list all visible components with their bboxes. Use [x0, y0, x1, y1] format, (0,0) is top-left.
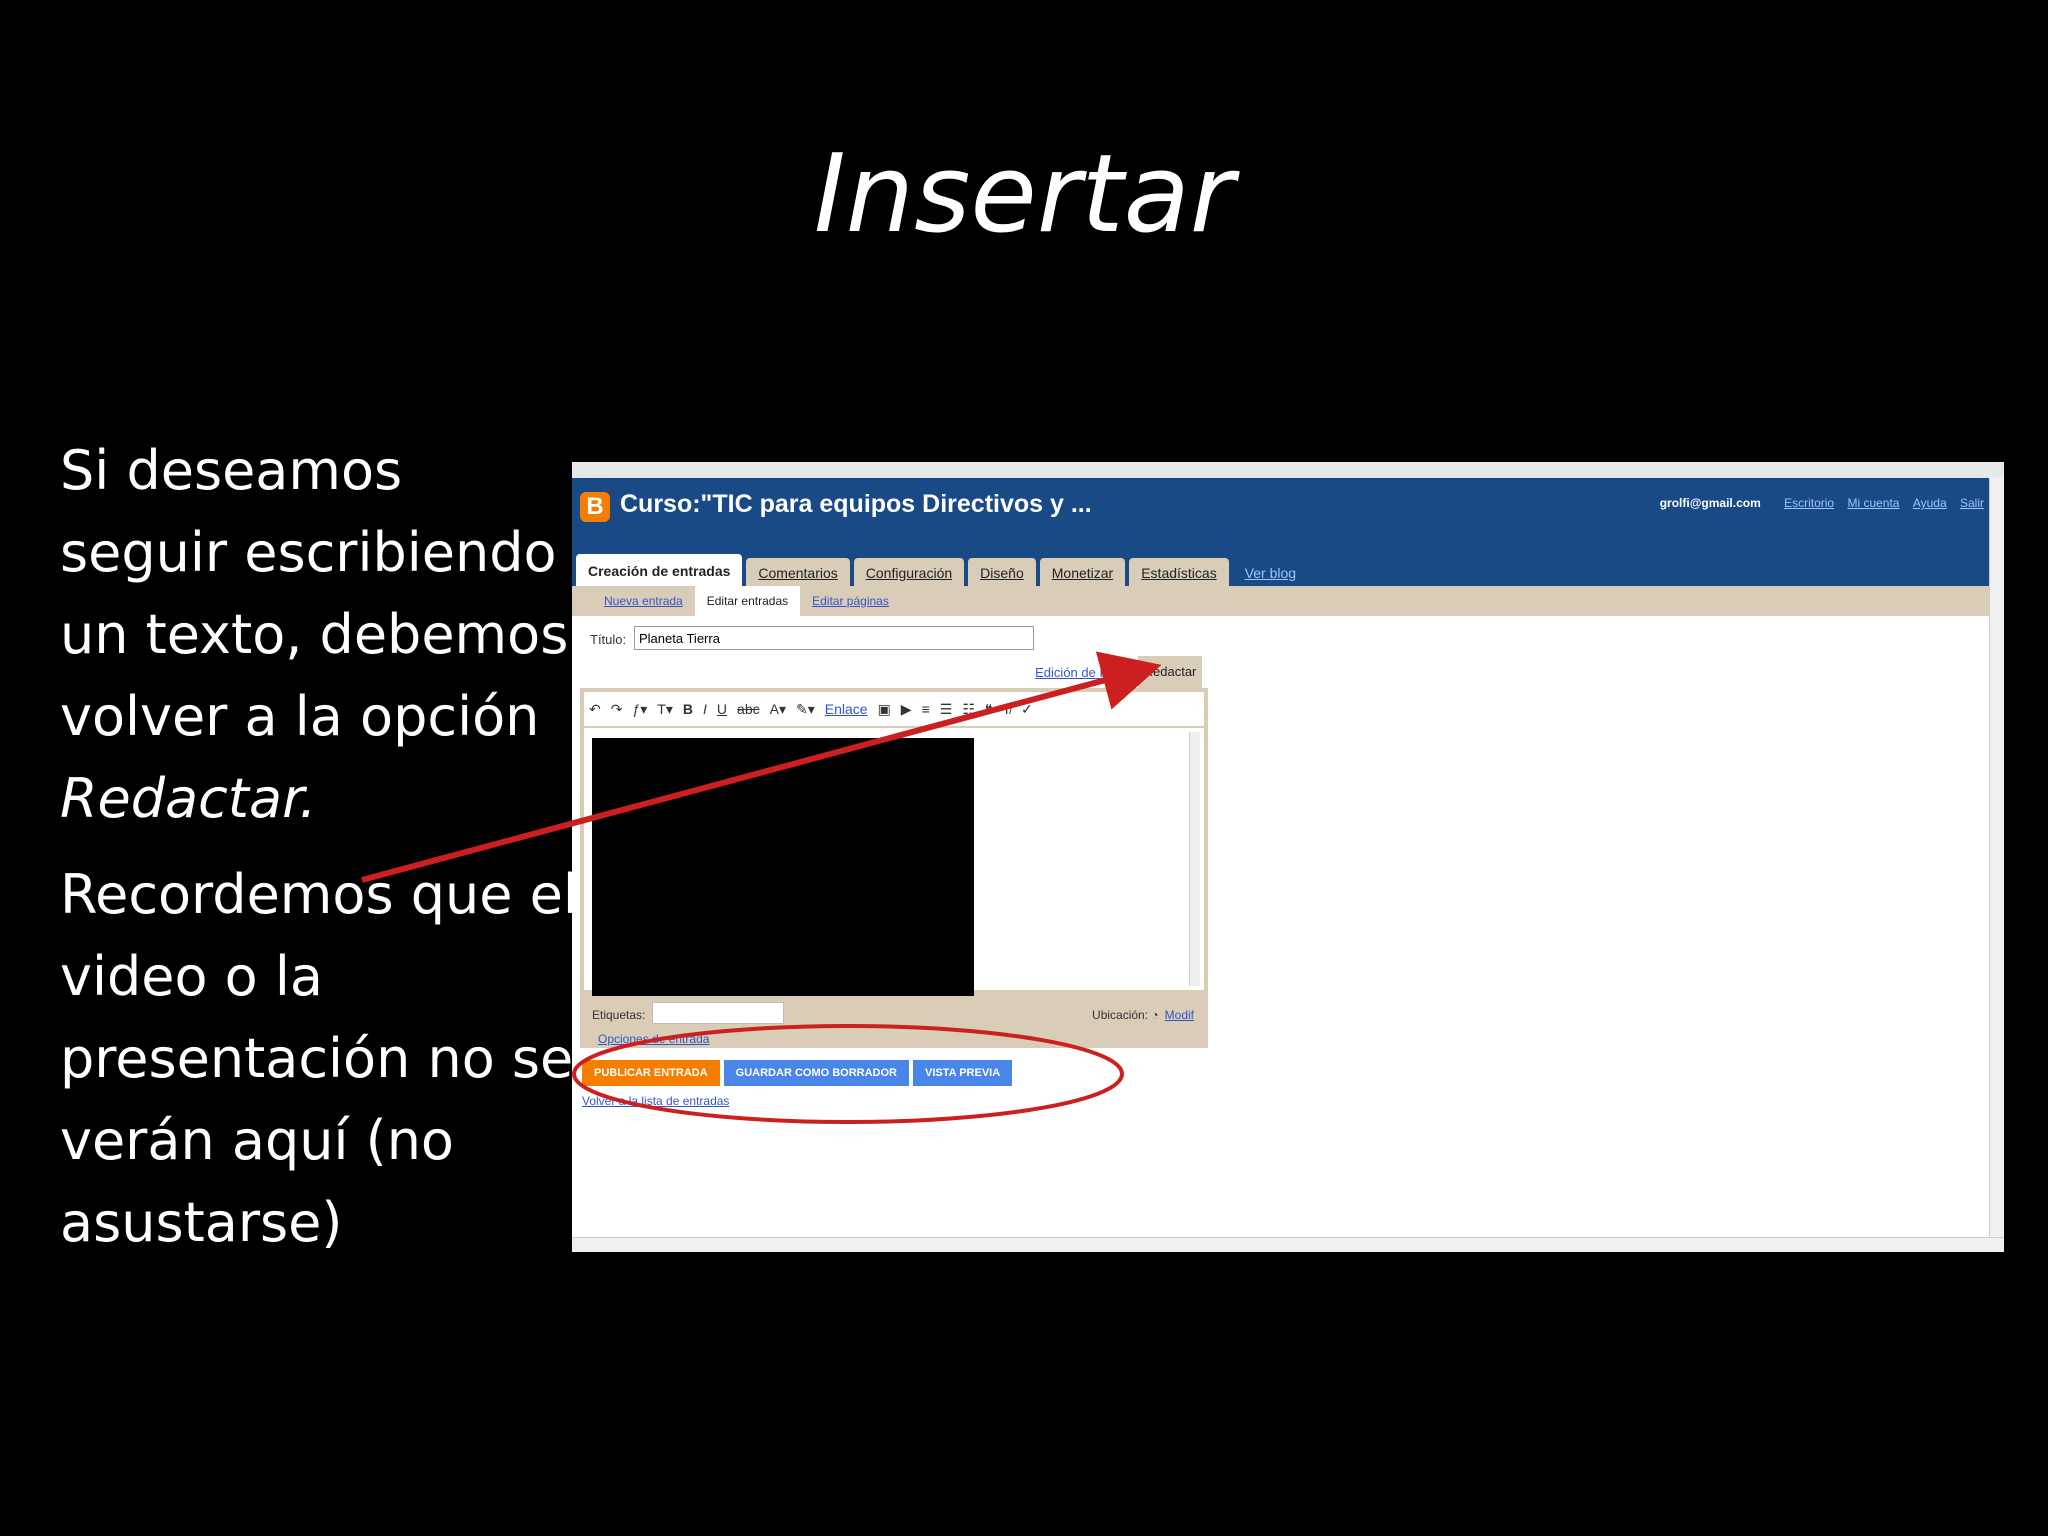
- annotation-ellipse: [572, 1024, 1124, 1124]
- annotation-arrow: [361, 651, 1162, 883]
- annotation-overlay: [361, 651, 1162, 1124]
